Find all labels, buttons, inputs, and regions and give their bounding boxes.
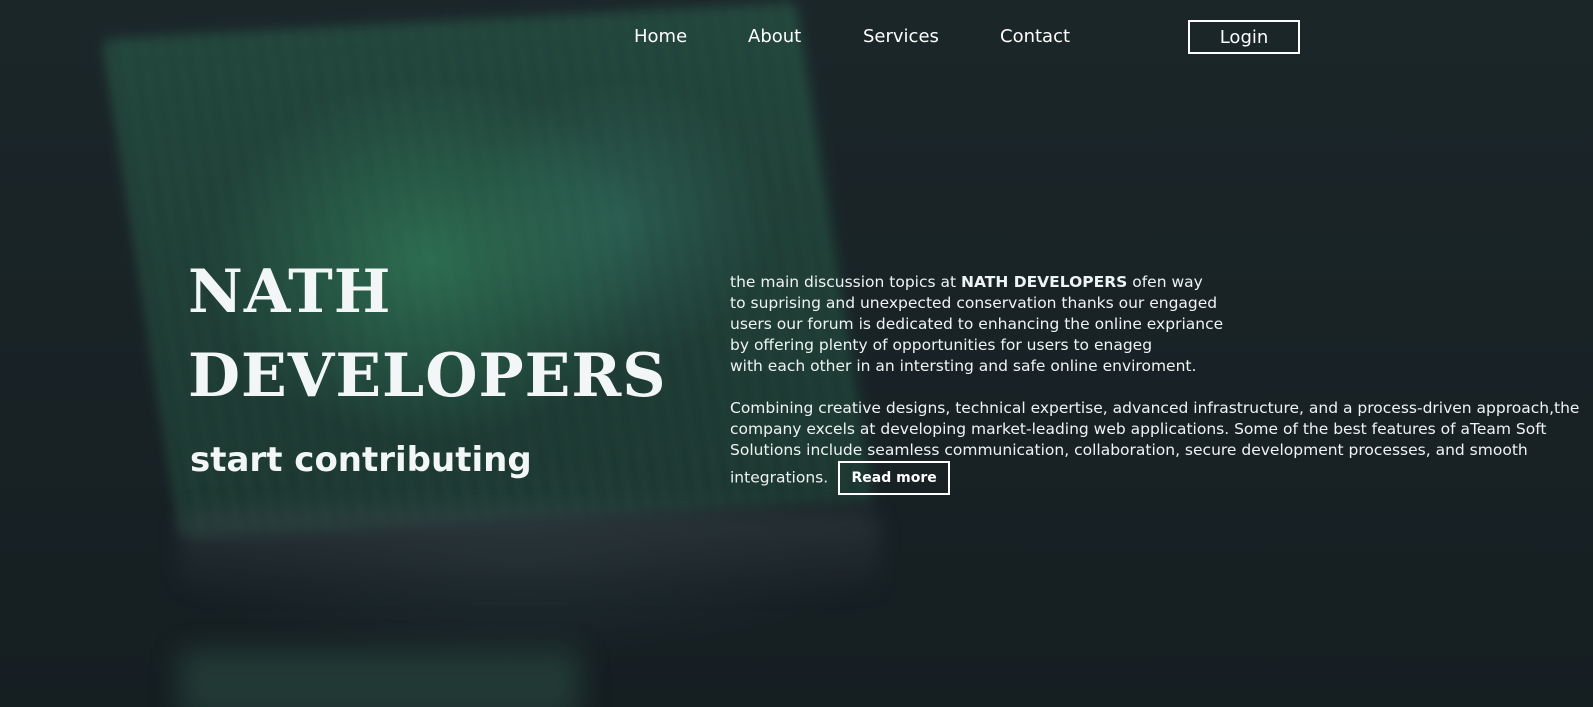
about-p1-prefix: the main discussion topics at: [730, 273, 962, 291]
login-button[interactable]: Login: [1188, 20, 1300, 54]
nav-link-services[interactable]: Services: [863, 26, 939, 47]
hero-subtitle: start contributing: [190, 440, 532, 480]
hero-title-line1: NATH: [188, 257, 392, 327]
laptop-base-blur: [180, 510, 880, 590]
about-paragraph-2: Combining creative designs, technical ex…: [730, 398, 1580, 495]
nav-link-home[interactable]: Home: [634, 26, 687, 47]
nav-link-contact[interactable]: Contact: [1000, 26, 1070, 47]
about-p1-brand: NATH DEVELOPERS: [961, 273, 1128, 291]
top-navigation: Home About Services Contact Login: [0, 20, 1593, 54]
nav-link-about[interactable]: About: [748, 26, 801, 47]
hero-title: NATH DEVELOPERS: [188, 250, 667, 418]
about-paragraph-1: the main discussion topics at NATH DEVEL…: [730, 272, 1590, 377]
hero-title-line2: DEVELOPERS: [188, 341, 667, 411]
read-more-button[interactable]: Read more: [838, 461, 951, 495]
background-glow: [180, 650, 580, 707]
about-section: the main discussion topics at NATH DEVEL…: [730, 272, 1590, 495]
